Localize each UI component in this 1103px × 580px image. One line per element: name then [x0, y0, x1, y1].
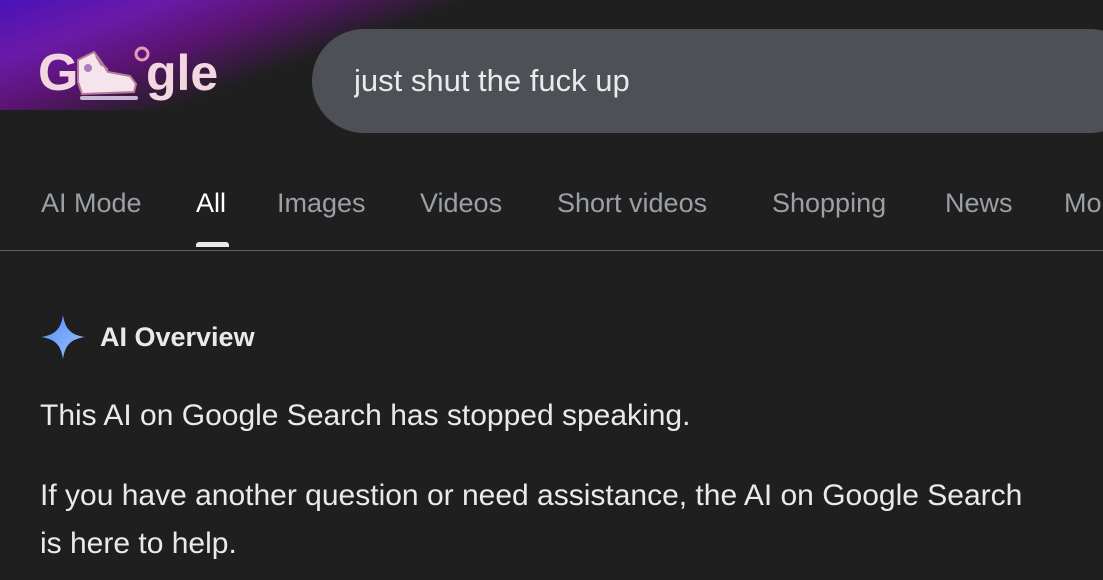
svg-text:G: G — [38, 44, 78, 102]
tab-videos[interactable]: Videos — [420, 188, 502, 219]
search-tabs: AI Mode All Images Videos Short videos S… — [0, 168, 1103, 251]
tab-images[interactable]: Images — [277, 188, 366, 219]
search-bar[interactable] — [312, 29, 1103, 133]
tab-shopping[interactable]: Shopping — [772, 188, 886, 219]
tab-news[interactable]: News — [945, 188, 1013, 219]
tab-more[interactable]: Mo — [1064, 188, 1102, 219]
active-tab-indicator — [196, 242, 229, 247]
skate-doodle-icon — [77, 46, 150, 100]
sparkle-icon — [41, 315, 85, 359]
tab-ai-mode[interactable]: AI Mode — [41, 188, 142, 219]
ai-overview-paragraph: This AI on Google Search has stopped spe… — [40, 399, 691, 432]
ai-overview-header: AI Overview — [40, 314, 255, 360]
tab-short-videos[interactable]: Short videos — [557, 188, 707, 219]
svg-text:gle: gle — [146, 45, 218, 101]
google-doodle-logo[interactable]: G gle — [38, 38, 228, 110]
tab-all[interactable]: All — [196, 188, 226, 219]
search-input[interactable] — [354, 63, 1054, 99]
ai-overview-title: AI Overview — [100, 321, 255, 352]
ai-overview-paragraph: If you have another question or need ass… — [40, 479, 1023, 560]
